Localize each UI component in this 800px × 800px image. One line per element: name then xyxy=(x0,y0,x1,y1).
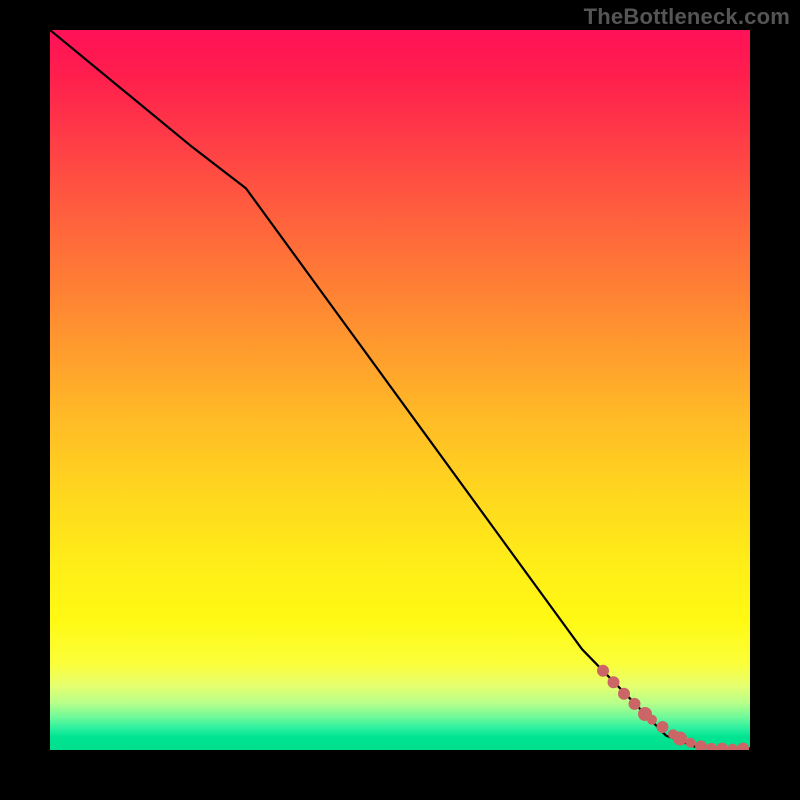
marker-point xyxy=(608,676,620,688)
watermark-text: TheBottleneck.com xyxy=(584,4,790,30)
highlight-markers xyxy=(597,665,749,750)
marker-point xyxy=(728,744,738,750)
marker-point xyxy=(629,698,641,710)
marker-point xyxy=(618,688,630,700)
marker-point xyxy=(673,732,687,746)
bottleneck-curve-line xyxy=(50,30,750,749)
marker-point xyxy=(737,743,749,750)
chart-overlay-svg xyxy=(50,30,750,750)
marker-point xyxy=(657,721,669,733)
marker-point xyxy=(597,665,609,677)
plot-area xyxy=(50,30,750,750)
marker-point xyxy=(647,715,657,725)
marker-point xyxy=(707,743,717,750)
marker-point xyxy=(716,743,728,750)
marker-point xyxy=(686,738,696,748)
marker-point xyxy=(695,740,707,750)
chart-frame: TheBottleneck.com xyxy=(0,0,800,800)
